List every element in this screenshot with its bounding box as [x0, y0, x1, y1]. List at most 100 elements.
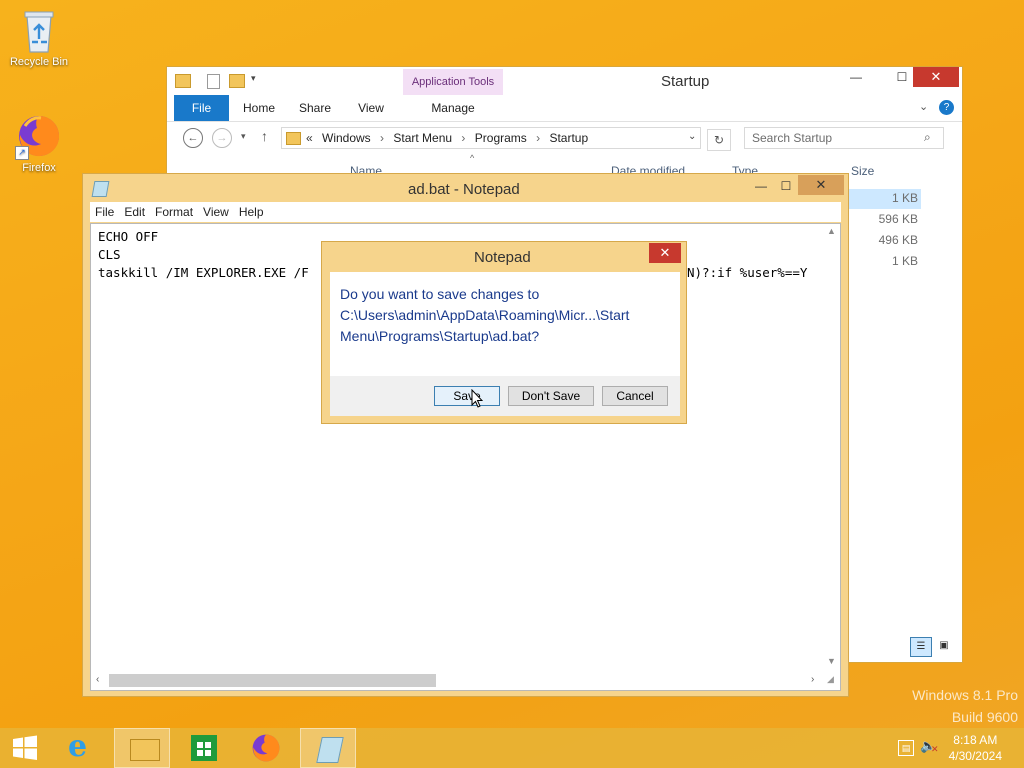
ribbon-tabs: File Home Share View Manage ⌄ ? [167, 95, 962, 122]
scroll-up-icon[interactable]: ▲ [827, 226, 836, 236]
file-size-cell: 1 KB [891, 254, 918, 268]
mouse-cursor-icon [471, 388, 484, 409]
text-line-fragment: N)?:if %user%==Y [687, 265, 808, 280]
desktop-icon-label: Firefox [22, 162, 56, 174]
breadcrumb-separator-icon: › [536, 131, 541, 145]
tab-share[interactable]: Share [293, 95, 337, 121]
sort-indicator-icon: ^ [470, 153, 475, 163]
windows-watermark: Windows 8.1 Pro Build 9600 [912, 684, 1018, 728]
desktop-icon-recycle-bin[interactable]: Recycle Bin [4, 6, 74, 68]
breadcrumb-startup[interactable]: Startup [549, 131, 588, 145]
notepad-title: ad.bat - Notepad [408, 181, 520, 198]
text-line: CLS [98, 247, 121, 262]
taskbar: e ▤ 🔈 ✕ 8:18 AM 4/30/2024 [0, 728, 1024, 768]
dont-save-button[interactable]: Don't Save [508, 386, 594, 406]
dialog-title: Notepad [474, 249, 531, 266]
breadcrumb-separator-icon: › [380, 131, 385, 145]
notepad-title-bar[interactable]: ad.bat - Notepad — ☐ ✕ [83, 174, 848, 202]
taskbar-notepad[interactable] [300, 728, 356, 768]
details-view-button[interactable]: ☰ [910, 637, 932, 657]
breadcrumb-prefix[interactable]: « [306, 131, 313, 145]
shortcut-arrow-icon: ↗ [15, 146, 29, 160]
up-button[interactable]: ↑ [261, 128, 268, 144]
save-changes-dialog[interactable]: Notepad ✕ Do you want to save changes to… [321, 241, 687, 424]
network-icon[interactable]: ▤ [898, 740, 914, 756]
refresh-button[interactable]: ↻ [707, 129, 731, 151]
system-clock[interactable]: 8:18 AM 4/30/2024 [949, 732, 1002, 764]
scroll-right-icon[interactable]: › [811, 674, 814, 685]
horizontal-scrollbar[interactable]: ‹ › [91, 670, 824, 690]
firefox-icon: ↗ [15, 112, 63, 160]
file-size-cell: 596 KB [878, 212, 918, 226]
address-bar[interactable]: « Windows › Start Menu › Programs › Star… [281, 127, 701, 149]
size-grip-icon[interactable]: ◢ [827, 674, 834, 685]
explorer-title: Startup [661, 73, 710, 90]
taskbar-firefox[interactable] [238, 728, 294, 768]
scroll-left-icon[interactable]: ‹ [96, 674, 99, 685]
back-button[interactable]: ← [183, 128, 203, 148]
breadcrumb-start-menu[interactable]: Start Menu [393, 131, 452, 145]
vertical-scrollbar[interactable]: ▲ ▼ [823, 224, 840, 670]
help-icon[interactable]: ? [939, 100, 954, 115]
recycle-bin-icon [19, 6, 59, 54]
notepad-maximize-button[interactable]: ☐ [773, 176, 799, 196]
watermark-edition: Windows 8.1 Pro [912, 687, 1018, 703]
expand-ribbon-icon[interactable]: ⌄ [919, 100, 928, 113]
taskbar-internet-explorer[interactable]: e [54, 728, 110, 768]
new-folder-icon[interactable] [229, 74, 245, 88]
desktop-icon-label: Recycle Bin [9, 56, 69, 68]
dialog-message: Do you want to save changes to C:\Users\… [340, 286, 630, 344]
clock-time: 8:18 AM [953, 733, 998, 747]
tab-manage[interactable]: Manage [419, 95, 487, 121]
address-folder-icon [286, 132, 301, 145]
notepad-icon [316, 737, 344, 763]
taskbar-file-explorer[interactable] [114, 728, 170, 768]
recent-locations-icon[interactable]: ▾ [241, 131, 246, 142]
scroll-down-icon[interactable]: ▼ [827, 656, 836, 666]
notepad-close-button[interactable]: ✕ [798, 175, 844, 195]
file-size-cell: 496 KB [878, 233, 918, 247]
firefox-icon [252, 734, 280, 762]
menu-format[interactable]: Format [150, 202, 198, 222]
application-tools-context-tab: Application Tools [403, 69, 503, 95]
notepad-minimize-button[interactable]: — [748, 176, 774, 196]
dialog-body: Do you want to save changes to C:\Users\… [330, 272, 680, 376]
maximize-button[interactable]: ☐ [889, 67, 915, 87]
horizontal-scroll-thumb[interactable] [109, 674, 436, 687]
address-dropdown-icon[interactable]: ⌄ [688, 131, 696, 142]
store-icon [191, 735, 217, 761]
taskbar-store[interactable] [176, 728, 232, 768]
column-header-size[interactable]: Size [851, 161, 874, 181]
folder-icon [175, 74, 191, 88]
quick-access-dropdown-icon[interactable]: ▾ [251, 73, 256, 84]
large-icons-view-button[interactable]: ▣ [934, 637, 954, 655]
dialog-close-button[interactable]: ✕ [649, 243, 681, 263]
text-line: taskkill /IM EXPLORER.EXE /F [98, 265, 309, 280]
cancel-button[interactable]: Cancel [602, 386, 668, 406]
save-button[interactable]: Save [434, 386, 500, 406]
explorer-title-bar[interactable]: ▾ Startup — ☐ ✕ [167, 67, 962, 95]
menu-help[interactable]: Help [234, 202, 269, 222]
close-button[interactable]: ✕ [913, 67, 959, 87]
internet-explorer-icon: e [68, 729, 88, 764]
desktop-icon-firefox[interactable]: ↗ Firefox [4, 112, 74, 174]
volume-mute-x-icon: ✕ [931, 744, 939, 754]
menu-view[interactable]: View [198, 202, 234, 222]
menu-edit[interactable]: Edit [119, 202, 150, 222]
dialog-button-area: Save Don't Save Cancel [330, 376, 680, 416]
forward-button[interactable]: → [212, 128, 232, 148]
breadcrumb-programs[interactable]: Programs [475, 131, 527, 145]
minimize-button[interactable]: — [843, 67, 869, 87]
tab-view[interactable]: View [349, 95, 393, 121]
start-button[interactable] [0, 728, 50, 768]
menu-file[interactable]: File [90, 202, 119, 222]
properties-icon[interactable] [207, 74, 220, 89]
search-input[interactable]: Search Startup [744, 127, 944, 149]
windows-logo-icon [13, 735, 37, 760]
breadcrumb-windows[interactable]: Windows [322, 131, 371, 145]
breadcrumb-separator-icon: › [461, 131, 466, 145]
notepad-menu-bar: File Edit Format View Help [90, 202, 841, 222]
tab-home[interactable]: Home [237, 95, 281, 121]
breadcrumb: Windows › Start Menu › Programs › Startu… [322, 131, 588, 145]
tab-file[interactable]: File [174, 95, 229, 121]
